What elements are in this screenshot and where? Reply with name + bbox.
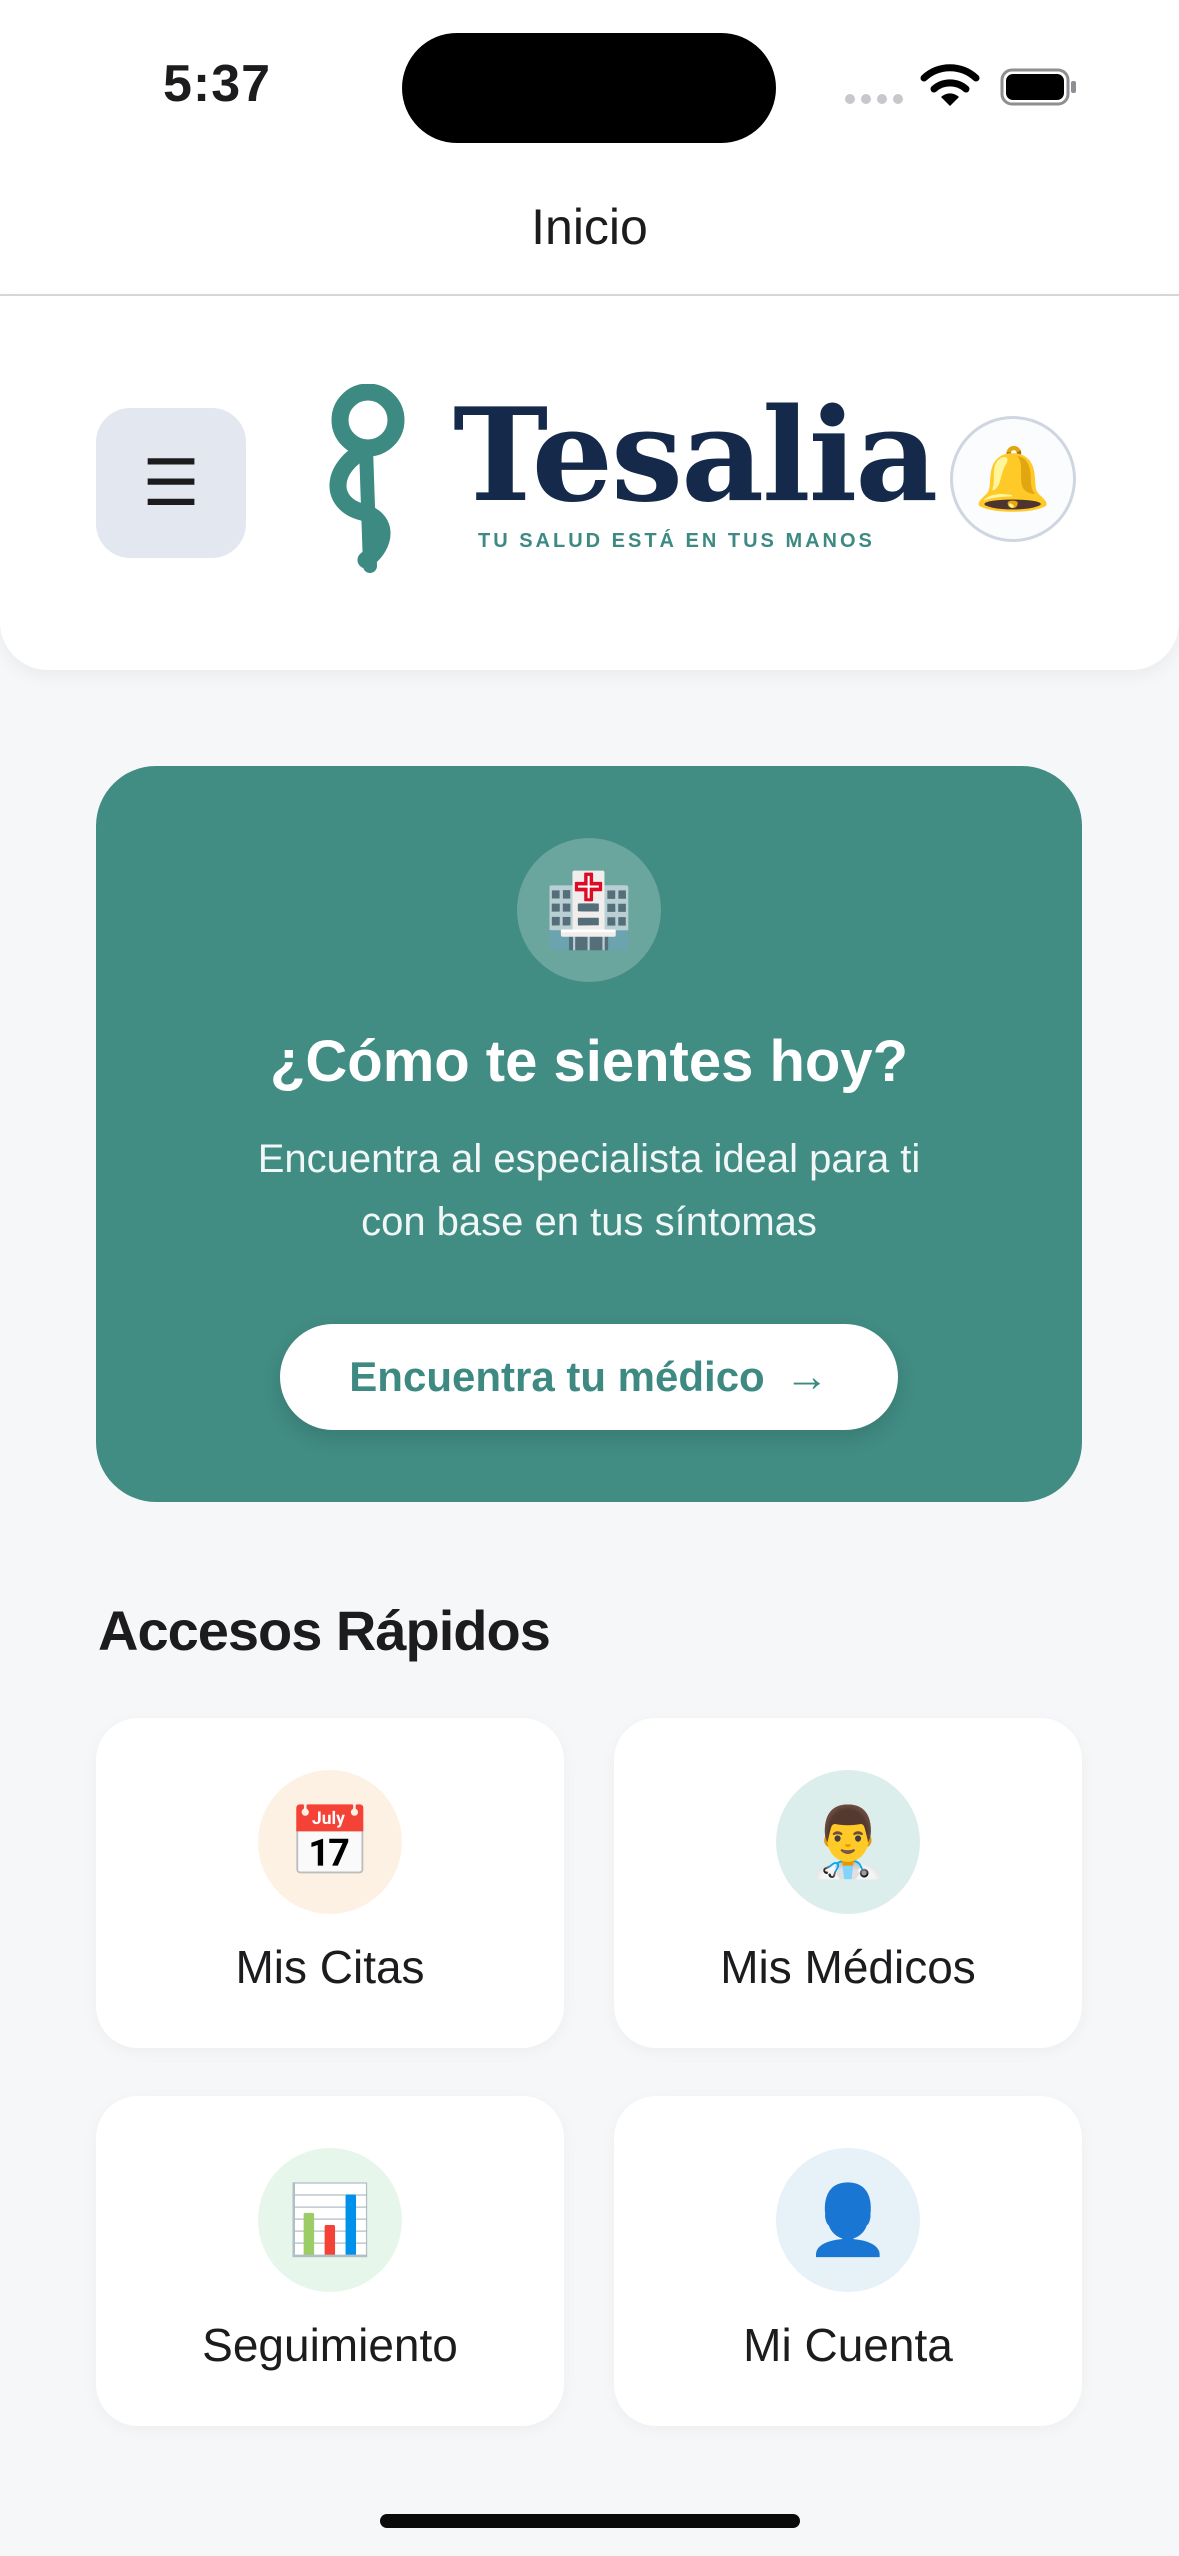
logo-tagline: TU SALUD ESTÁ EN TUS MANOS	[478, 530, 875, 552]
wifi-icon	[920, 64, 980, 106]
logo-wordmark: Tesalia	[453, 381, 938, 531]
page-title: Inicio	[531, 199, 648, 255]
tesalia-logo: Tesalia TU SALUD ESTÁ EN TUS MANOS	[318, 384, 938, 574]
hospital-icon: 🏥	[517, 838, 661, 982]
menu-button[interactable]: ☰	[96, 408, 246, 558]
arrow-right-icon: →	[784, 1352, 829, 1401]
find-doctor-label: Encuentra tu médico	[349, 1353, 765, 1400]
hamburger-icon: ☰	[142, 447, 200, 519]
app-header: ☰ Tesalia TU SALUD ESTÁ EN TUS MANOS 🔔	[0, 296, 1179, 670]
home-indicator[interactable]	[380, 2514, 800, 2528]
user-icon: 👤	[776, 2148, 920, 2292]
quick-access-seguimiento[interactable]: 📊 Seguimiento	[96, 2096, 564, 2426]
symptom-finder-card: 🏥 ¿Cómo te sientes hoy? Encuentra al esp…	[96, 766, 1082, 1502]
hero-subtitle-line-1: Encuentra al especialista ideal para ti	[257, 1137, 921, 1181]
status-bar: 5:37	[0, 0, 1179, 170]
quick-access-mis-medicos[interactable]: 👨‍⚕️ Mis Médicos	[614, 1718, 1082, 2048]
find-doctor-button[interactable]: Encuentra tu médico →	[280, 1324, 898, 1430]
quick-access-mis-citas[interactable]: 📅 Mis Citas	[96, 1718, 564, 2048]
navigation-bar: Inicio	[0, 170, 1179, 296]
tile-label: Mis Médicos	[720, 1941, 976, 1993]
caduceus-logo-icon	[329, 384, 405, 573]
quick-access-title: Accesos Rápidos	[98, 1599, 551, 1662]
calendar-icon: 📅	[258, 1770, 402, 1914]
doctor-icon: 👨‍⚕️	[776, 1770, 920, 1914]
cellular-signal-icon	[845, 94, 905, 104]
tile-label: Mi Cuenta	[743, 2319, 953, 2371]
bell-icon: 🔔	[974, 444, 1052, 514]
hero-title: ¿Cómo te sientes hoy?	[269, 1029, 909, 1094]
notifications-button[interactable]: 🔔	[950, 416, 1076, 542]
tile-label: Seguimiento	[202, 2319, 458, 2371]
hero-subtitle: Encuentra al especialista ideal para ti …	[186, 1128, 992, 1254]
dynamic-island	[402, 33, 776, 143]
battery-icon	[1000, 68, 1076, 106]
hero-subtitle-line-2: con base en tus síntomas	[361, 1200, 817, 1244]
status-time: 5:37	[163, 55, 272, 113]
bar-chart-icon: 📊	[258, 2148, 402, 2292]
tile-label: Mis Citas	[235, 1941, 425, 1993]
quick-access-mi-cuenta[interactable]: 👤 Mi Cuenta	[614, 2096, 1082, 2426]
